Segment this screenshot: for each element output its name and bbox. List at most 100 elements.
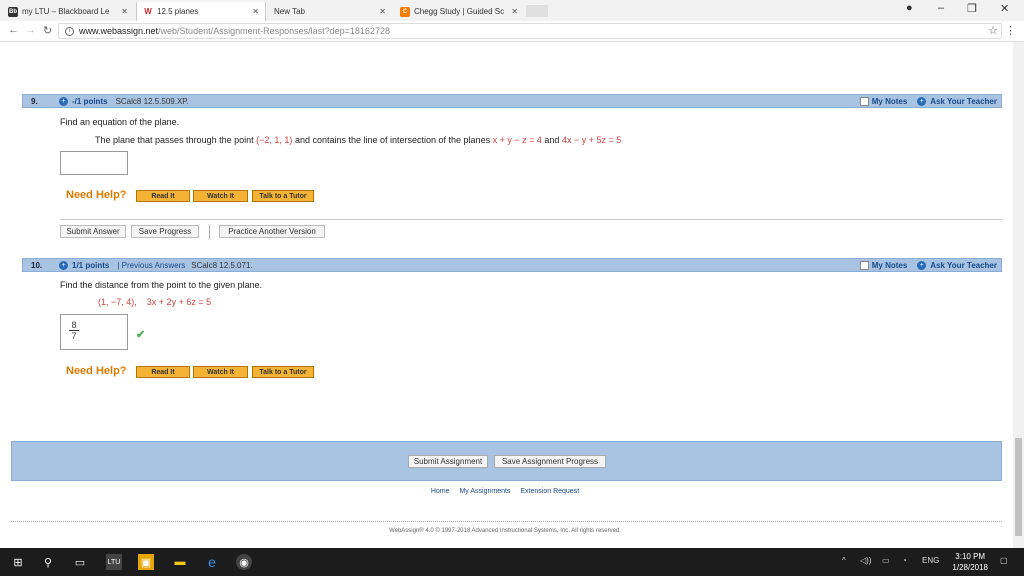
question-number: 10. <box>31 260 43 270</box>
profile-icon[interactable]: ● <box>906 2 913 14</box>
wifi-icon[interactable]: ◔ <box>902 556 907 565</box>
plane2-math: 4x − y + 5z = 5 <box>561 135 622 145</box>
save-progress-button[interactable]: Save Progress <box>131 225 199 238</box>
windows-start-icon[interactable]: ⊞ <box>10 554 26 570</box>
tab-planes[interactable]: W 12.5 planes ✕ <box>136 2 266 21</box>
my-notes-link[interactable]: My Notes <box>872 261 908 270</box>
question-number: 9. <box>31 96 38 106</box>
chegg-icon: C <box>400 6 410 17</box>
browser-tab-strip: Bb my LTU – Blackboard Le ✕ W 12.5 plane… <box>0 0 1024 21</box>
need-help-label: Need Help? <box>66 189 127 201</box>
close-icon[interactable]: ✕ <box>379 7 386 16</box>
question-9-header: 9. + -/1 points SCalc8 12.5.509.XP. My N… <box>22 94 1002 108</box>
info-icon[interactable]: i <box>65 26 74 36</box>
plane-math: 3x + 2y + 6z = 5 <box>146 297 212 307</box>
search-icon[interactable]: ⚲ <box>40 554 56 570</box>
tab-title: New Tab <box>274 7 305 16</box>
watch-it-button[interactable]: Watch It <box>193 190 248 202</box>
chrome-icon[interactable]: ◉ <box>236 554 252 570</box>
correct-check-icon: ✔ <box>136 329 146 341</box>
submit-answer-button[interactable]: Submit Answer <box>60 225 126 238</box>
question-9-prompt: Find an equation of the plane. <box>60 117 180 127</box>
file-explorer-icon[interactable]: ▬ <box>172 554 188 570</box>
reload-icon[interactable]: ↻ <box>43 24 52 37</box>
expand-plus-icon[interactable]: + <box>59 260 68 270</box>
system-clock[interactable]: 3:10 PM 1/28/2018 <box>952 551 988 573</box>
read-it-button[interactable]: Read It <box>136 366 190 378</box>
practice-another-version-button[interactable]: Practice Another Version <box>219 225 325 238</box>
minimize-icon[interactable]: – <box>938 2 944 14</box>
tab-new-tab[interactable]: New Tab ✕ <box>268 2 392 21</box>
plane1-math: x + y − z = 4 <box>492 135 542 145</box>
page-scrollbar[interactable] <box>1013 42 1024 548</box>
close-icon[interactable]: ✕ <box>121 7 128 16</box>
restore-icon[interactable]: ❐ <box>967 2 977 15</box>
point-math: (1, −7, 4), <box>98 297 137 307</box>
copyright-text: WebAssign® 4.0 © 1997-2018 Advanced Inst… <box>389 528 621 534</box>
close-icon[interactable]: ✕ <box>511 7 518 16</box>
divider <box>60 219 1002 220</box>
save-assignment-progress-button[interactable]: Save Assignment Progress <box>494 455 606 468</box>
tray-chevron-icon[interactable]: ^ <box>842 556 846 565</box>
answer-display[interactable]: 8 7 <box>60 314 128 350</box>
submit-assignment-button[interactable]: Submit Assignment <box>408 455 488 468</box>
my-assignments-link[interactable]: My Assignments <box>459 488 510 495</box>
question-10-header: 10. + 1/1 points | Previous Answers SCal… <box>22 258 1002 272</box>
ask-teacher-link[interactable]: Ask Your Teacher <box>930 97 997 106</box>
clock-date: 1/28/2018 <box>952 563 988 572</box>
statement-text: The plane that passes through the point <box>95 135 254 145</box>
read-it-button[interactable]: Read It <box>136 190 190 202</box>
ask-plus-icon: + <box>917 96 927 106</box>
notes-checkbox[interactable] <box>859 96 869 106</box>
tab-title: my LTU – Blackboard Le <box>22 7 110 16</box>
webassign-icon: W <box>143 6 153 17</box>
ask-teacher-link[interactable]: Ask Your Teacher <box>930 261 997 270</box>
language-indicator[interactable]: ENG <box>922 556 939 565</box>
back-icon[interactable]: ← <box>8 24 19 36</box>
task-view-icon[interactable]: ▭ <box>72 554 88 570</box>
new-tab-button[interactable] <box>526 5 548 17</box>
question-9-actions: My Notes + Ask Your Teacher <box>859 96 997 106</box>
my-notes-link[interactable]: My Notes <box>872 97 908 106</box>
url-path: /web/Student/Assignment-Responses/last?d… <box>158 26 390 36</box>
close-window-icon[interactable]: ✕ <box>1000 2 1009 15</box>
talk-to-tutor-button[interactable]: Talk to a Tutor <box>252 366 314 378</box>
ltu-app-icon[interactable]: LTU <box>106 554 122 570</box>
screen: Bb my LTU – Blackboard Le ✕ W 12.5 plane… <box>0 0 1024 576</box>
statement-text: and contains the line of intersection of… <box>294 135 491 145</box>
battery-icon[interactable]: ▭ <box>882 556 890 565</box>
expand-plus-icon[interactable]: + <box>59 96 68 106</box>
question-9-statement: The plane that passes through the point … <box>95 135 621 145</box>
question-10-statement: (1, −7, 4), 3x + 2y + 6z = 5 <box>98 297 211 307</box>
menu-kebab-icon[interactable]: ⋮ <box>1005 24 1016 37</box>
footer-divider <box>11 521 1002 522</box>
address-bar[interactable]: i www.webassign.net /web/Student/Assignm… <box>58 23 1002 39</box>
footer-links: Home My Assignments Extension Request <box>0 488 1010 495</box>
browser-toolbar: ← → ↻ i www.webassign.net /web/Student/A… <box>0 21 1024 42</box>
edge-icon[interactable]: e <box>204 554 220 570</box>
watch-it-button[interactable]: Watch It <box>193 366 248 378</box>
ask-plus-icon: + <box>917 260 927 270</box>
notes-checkbox[interactable] <box>859 260 869 270</box>
app-icon[interactable]: ▣ <box>138 554 154 570</box>
separator <box>209 225 210 239</box>
question-source: SCalc8 12.5.509.XP. <box>115 96 189 106</box>
answer-input[interactable] <box>60 151 128 175</box>
talk-to-tutor-button[interactable]: Talk to a Tutor <box>252 190 314 202</box>
extension-request-link[interactable]: Extension Request <box>520 488 579 495</box>
close-icon[interactable]: ✕ <box>252 7 259 16</box>
points-label: -/1 points <box>72 96 108 106</box>
bookmark-star-icon[interactable]: ☆ <box>988 24 998 37</box>
tab-chegg[interactable]: C Chegg Study | Guided Sc ✕ <box>394 2 524 21</box>
url-host: www.webassign.net <box>79 26 159 36</box>
previous-answers-link[interactable]: | Previous Answers <box>117 261 185 270</box>
volume-icon[interactable]: ◁)) <box>860 556 871 565</box>
tab-blackboard[interactable]: Bb my LTU – Blackboard Le ✕ <box>2 2 134 21</box>
question-10-prompt: Find the distance from the point to the … <box>60 280 263 290</box>
action-center-icon[interactable]: ▢ <box>1000 556 1008 565</box>
scrollbar-thumb[interactable] <box>1015 438 1022 536</box>
tab-title: Chegg Study | Guided Sc <box>414 7 505 16</box>
home-link[interactable]: Home <box>431 488 450 495</box>
forward-icon[interactable]: → <box>25 24 36 36</box>
point-math: (−2, 1, 1) <box>256 135 293 145</box>
